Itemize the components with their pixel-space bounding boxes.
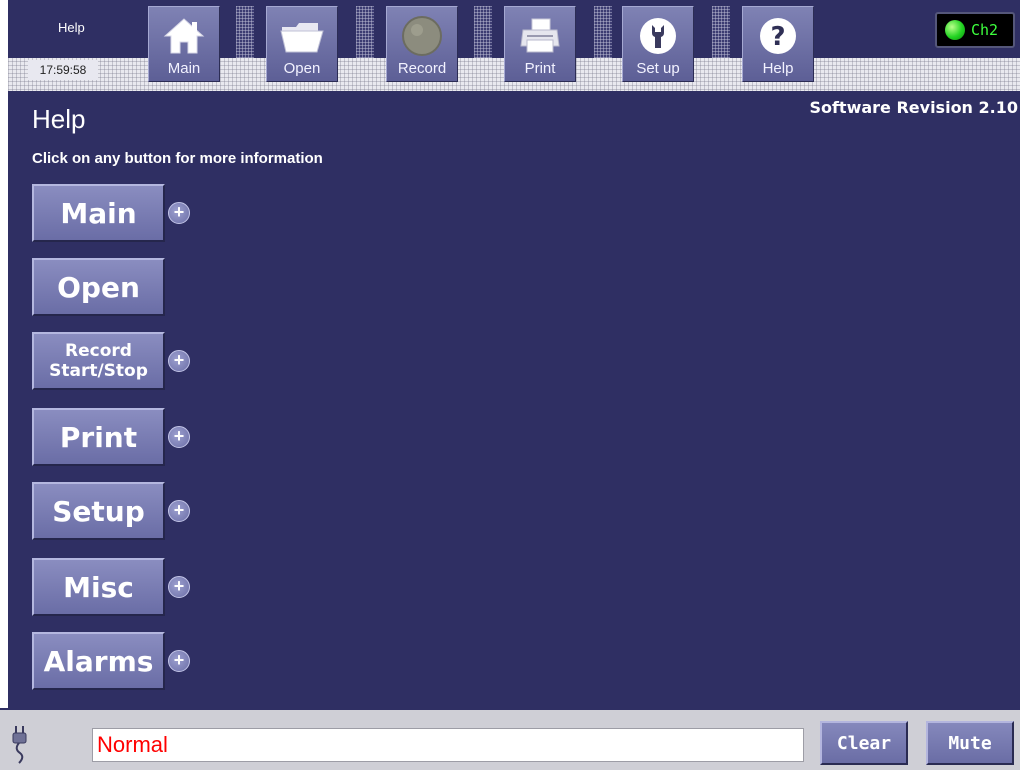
screen-name: Help [58,20,85,35]
toolbar-main-button[interactable]: Main [148,6,220,82]
help-open-button[interactable]: Open [32,258,165,316]
help-record-label-line2: Start/Stop [49,361,148,381]
toolbar-grip [474,6,492,58]
svg-text:?: ? [770,22,785,52]
folder-icon [267,13,337,59]
help-misc-label: Misc [63,570,134,604]
help-setup-label: Setup [52,494,145,528]
toolbar-open-button[interactable]: Open [266,6,338,82]
expand-print-icon[interactable]: + [168,426,190,448]
software-revision: Software Revision 2.10 [809,98,1018,117]
toolbar-print-button[interactable]: Print [504,6,576,82]
channel-label: Ch2 [971,21,999,39]
toolbar-grip [712,6,730,58]
help-print-button[interactable]: Print [32,408,165,466]
clear-button[interactable]: Clear [820,721,908,765]
toolbar-grip [356,6,374,58]
help-main-button[interactable]: Main [32,184,165,242]
question-icon: ? [743,13,813,59]
help-panel: Software Revision 2.10 Help Click on any… [8,94,1020,708]
mute-button[interactable]: Mute [926,721,1014,765]
toolbar-record-button[interactable]: Record [386,6,458,82]
help-main-label: Main [60,196,137,230]
toolbar-print-label: Print [524,60,556,77]
expand-misc-icon[interactable]: + [168,576,190,598]
help-misc-button[interactable]: Misc [32,558,165,616]
toolbar-setup-button[interactable]: Set up [622,6,694,82]
toolbar-main-label: Main [167,60,201,77]
clock-time: 17:59:58 [28,60,98,80]
channel-indicator[interactable]: Ch2 [935,12,1015,48]
status-message-field: Normal [92,728,804,762]
record-icon [387,13,457,59]
toolbar-open-label: Open [283,60,321,77]
help-print-label: Print [59,420,138,454]
help-alarms-button[interactable]: Alarms [32,632,165,690]
help-record-label-line1: Record [65,341,132,361]
help-record-button[interactable]: Record Start/Stop [32,332,165,390]
home-icon [149,13,219,59]
toolbar-help-button[interactable]: ? Help [742,6,814,82]
help-instructions: Click on any button for more information [32,150,323,167]
status-bar: Normal Clear Mute [0,708,1020,770]
help-alarms-label: Alarms [43,644,154,678]
toolbar-grip [594,6,612,58]
expand-setup-icon[interactable]: + [168,500,190,522]
help-open-label: Open [57,270,140,304]
printer-icon [505,13,575,59]
wrench-icon [623,13,693,59]
toolbar-grip [236,6,254,58]
toolbar-setup-label: Set up [636,60,680,77]
expand-record-icon[interactable]: + [168,350,190,372]
toolbar-record-label: Record [397,60,447,77]
plug-icon [10,724,30,764]
toolbar-help-label: Help [762,60,794,77]
expand-alarms-icon[interactable]: + [168,650,190,672]
page-title: Help [32,104,86,134]
expand-main-icon[interactable]: + [168,202,190,224]
help-setup-button[interactable]: Setup [32,482,165,540]
channel-status-led [945,20,965,40]
